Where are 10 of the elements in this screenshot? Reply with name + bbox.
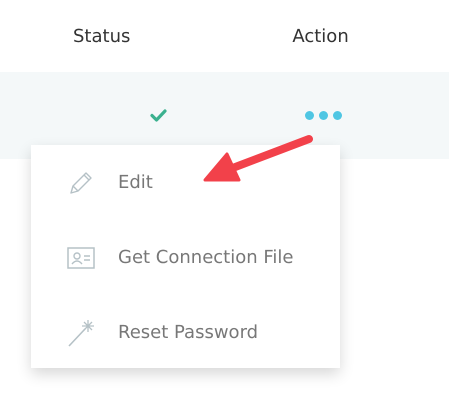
menu-item[interactable]: Get Connection File [31, 220, 340, 295]
menu-item[interactable]: Reset Password [31, 295, 340, 370]
pencil-icon [68, 170, 94, 196]
more-actions-button[interactable] [305, 111, 342, 120]
column-header: Action [292, 26, 349, 46]
column-header: Status [73, 26, 130, 46]
magic-wand-icon [67, 318, 95, 348]
menu-item[interactable]: Edit [31, 145, 340, 220]
checkmark-icon [150, 109, 167, 122]
contact-card-icon [67, 246, 95, 268]
